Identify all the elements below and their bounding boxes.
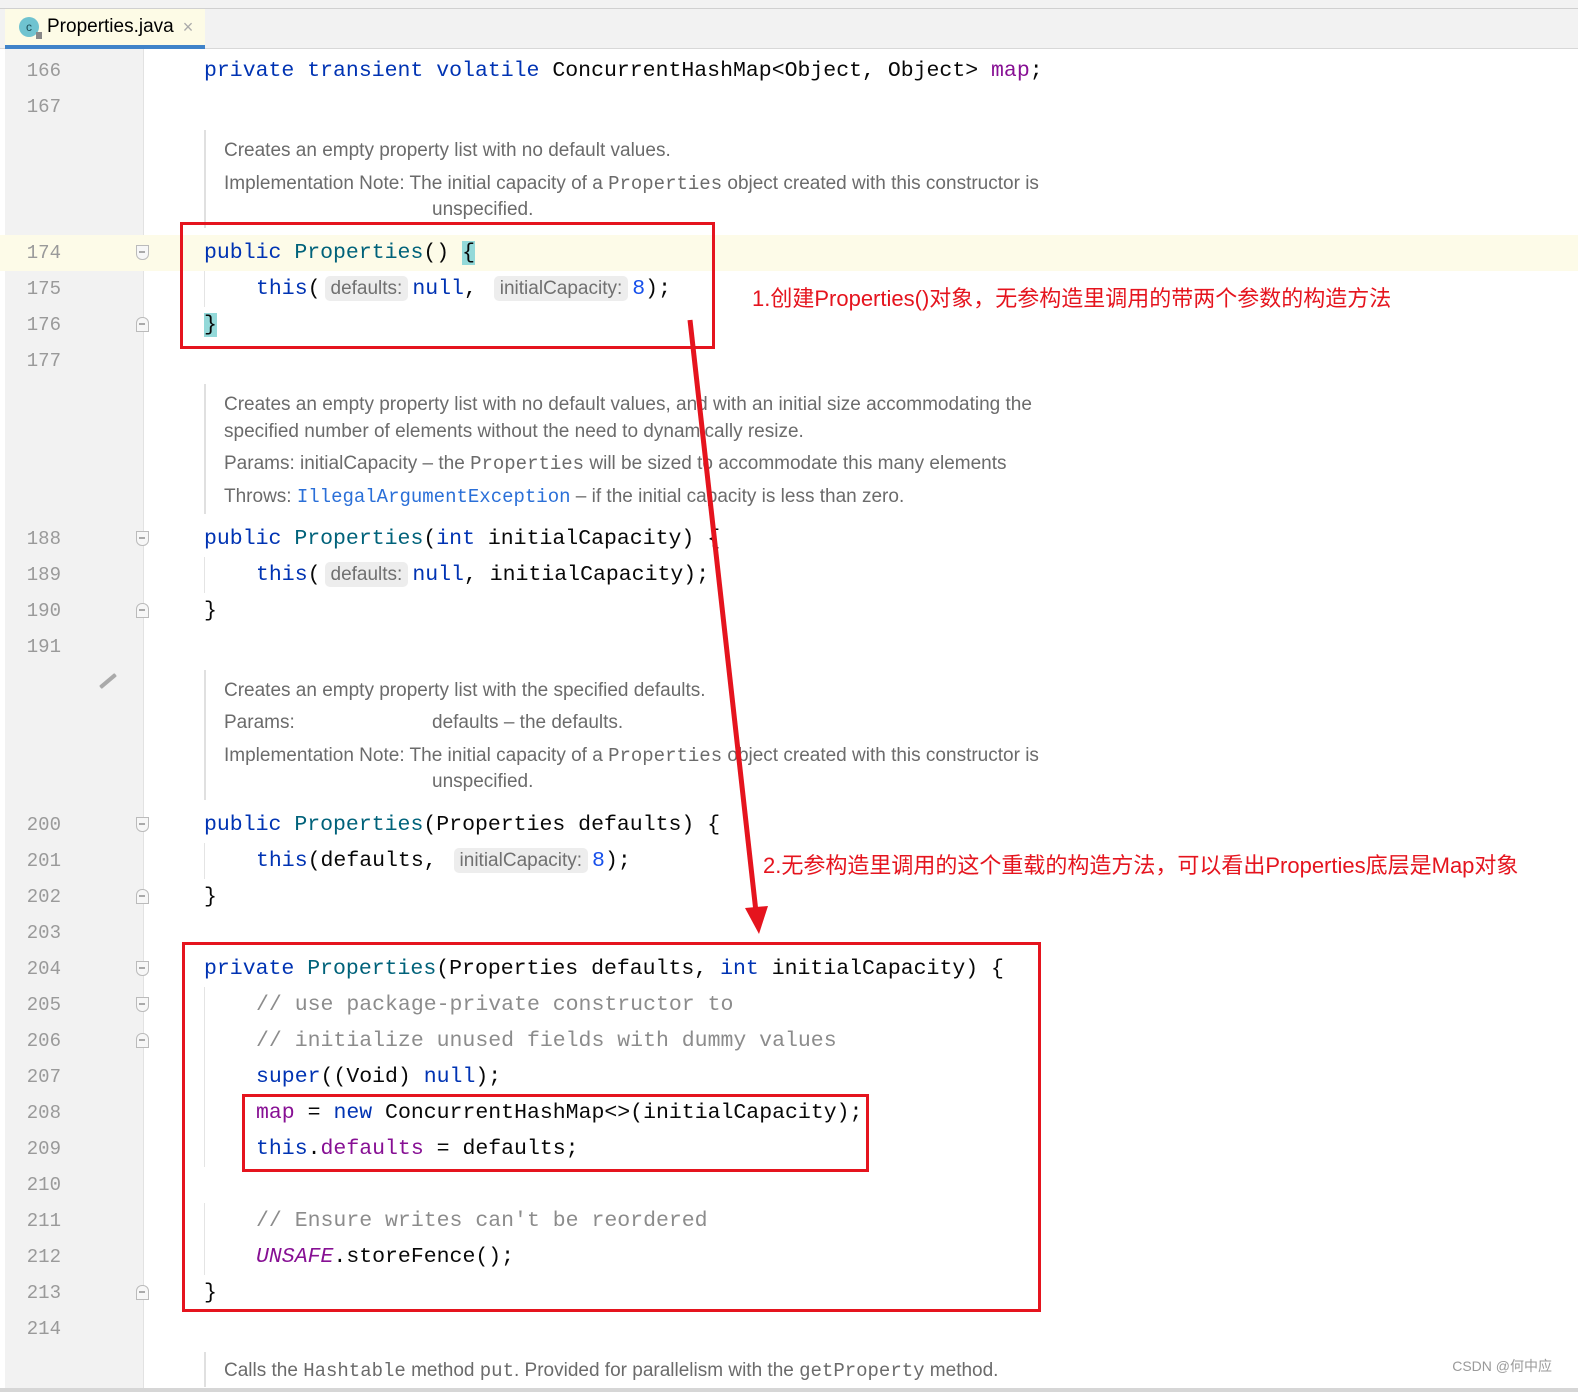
annotation-note-2: 2.无参构造里调用的这个重载的构造方法，可以看出Properties底层是Map…	[763, 853, 1519, 878]
arrow-line	[687, 319, 759, 913]
watermark: CSDN @何中应	[1452, 1358, 1552, 1374]
annotation-note-1: 1.创建Properties()对象，无参构造里调用的带两个参数的构造方法	[752, 286, 1392, 311]
arrow-head	[745, 906, 768, 934]
arrow-annotation	[687, 319, 768, 934]
bottom-border	[0, 1388, 1578, 1392]
